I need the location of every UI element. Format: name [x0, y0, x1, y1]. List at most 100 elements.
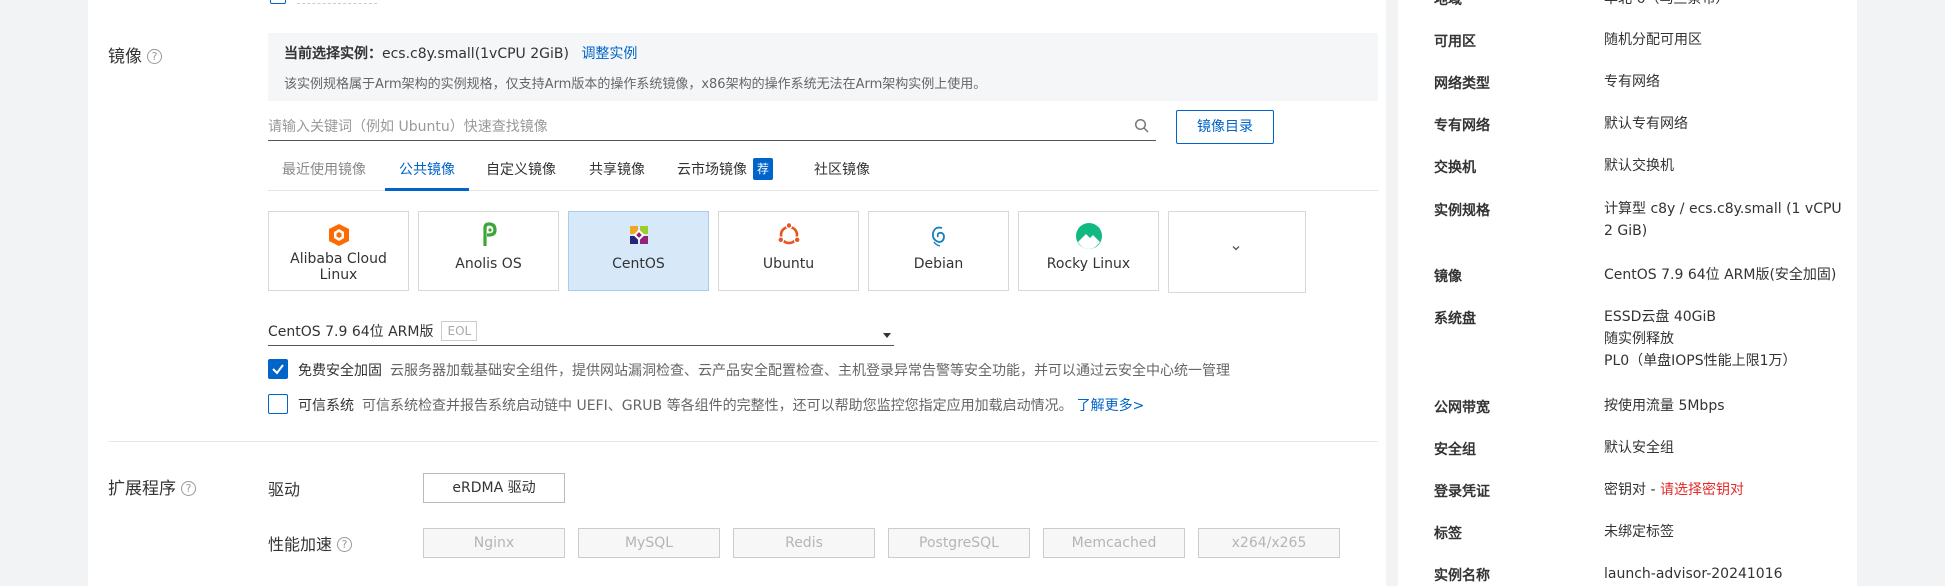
- help-icon[interactable]: ?: [181, 481, 196, 496]
- os-card-label: CentOS: [612, 256, 665, 272]
- summary-value-network-type: 专有网络: [1604, 74, 1660, 90]
- system-disk-line: ESSD云盘 40GiB: [1604, 309, 1717, 325]
- summary-label-bandwidth: 公网带宽: [1434, 400, 1490, 416]
- os-card-label: Anolis OS: [455, 256, 522, 272]
- image-search-input[interactable]: 请输入关键词（例如 Ubuntu）快速查找镜像: [268, 113, 1156, 141]
- extensions-label: 扩展程序: [108, 479, 176, 499]
- image-type-tabs: 最近使用镜像 公共镜像 自定义镜像 共享镜像 云市场镜像荐 社区镜像: [268, 155, 1378, 191]
- chevron-down-icon: [1230, 242, 1242, 258]
- tab-recent-images[interactable]: 最近使用镜像: [282, 155, 366, 191]
- os-card-rocky-linux[interactable]: Rocky Linux: [1018, 211, 1159, 291]
- summary-label-region-partial: 地域: [1434, 0, 1462, 8]
- summary-label-tags: 标签: [1434, 526, 1462, 542]
- instance-info-box: 当前选择实例：ecs.c8y.small(1vCPU 2GiB) 调整实例 该实…: [268, 33, 1378, 101]
- summary-label-instance-type: 实例规格: [1434, 203, 1490, 219]
- security-hardening-label: 免费安全加固: [298, 363, 382, 379]
- summary-label-security-group: 安全组: [1434, 442, 1476, 458]
- help-icon[interactable]: ?: [147, 49, 162, 64]
- os-card-ubuntu[interactable]: Ubuntu: [718, 211, 859, 291]
- summary-label-login-credential: 登录凭证: [1434, 484, 1490, 500]
- summary-value-instance-name: launch-advisor-20241016: [1604, 566, 1783, 582]
- alibaba-cloud-icon: [269, 222, 408, 248]
- search-placeholder: 请输入关键词（例如 Ubuntu）快速查找镜像: [268, 119, 548, 135]
- debian-icon: [869, 222, 1008, 248]
- os-card-label: Alibaba Cloud Linux: [269, 251, 408, 283]
- os-card-anolis-os[interactable]: Anolis OS: [418, 211, 559, 291]
- os-card-centos[interactable]: CentOS: [568, 211, 709, 291]
- cutoff-checkbox[interactable]: [270, 0, 286, 4]
- trusted-system-checkbox[interactable]: [268, 394, 288, 414]
- summary-value-instance-type: 计算型 c8y / ecs.c8y.small (1 vCPU 2 GiB): [1604, 201, 1842, 239]
- summary-value-zone: 随机分配可用区: [1604, 32, 1702, 48]
- perf-redis-button[interactable]: Redis: [733, 528, 875, 558]
- perf-memcached-button[interactable]: Memcached: [1043, 528, 1185, 558]
- learn-more-link[interactable]: 了解更多>: [1077, 398, 1145, 414]
- summary-label-vpc: 专有网络: [1434, 118, 1490, 134]
- image-catalog-button[interactable]: 镜像目录: [1176, 110, 1274, 144]
- summary-value-image: CentOS 7.9 64位 ARM版(安全加固): [1604, 267, 1837, 283]
- summary-label-network-type: 网络类型: [1434, 76, 1490, 92]
- security-hardening-checkbox[interactable]: [268, 359, 288, 379]
- search-icon[interactable]: [1134, 118, 1150, 138]
- eol-badge: EOL: [441, 321, 478, 341]
- os-card-alibaba-cloud-linux[interactable]: Alibaba Cloud Linux: [268, 211, 409, 291]
- os-card-label-line2: Linux: [319, 267, 358, 283]
- ubuntu-icon: [719, 222, 858, 248]
- perf-accel-label: 性能加速: [268, 535, 333, 554]
- trusted-system-label: 可信系统: [298, 398, 354, 414]
- security-hardening-row: 免费安全加固 云服务器加载基础安全组件，提供网站漏洞检查、云产品安全配置检查、主机…: [298, 360, 1230, 380]
- erdma-driver-button[interactable]: eRDMA 驱动: [423, 473, 565, 503]
- rocky-linux-icon: [1019, 222, 1158, 249]
- image-version-select[interactable]: CentOS 7.9 64位 ARM版 EOL: [268, 318, 894, 346]
- tab-community-images[interactable]: 社区镜像: [814, 155, 870, 191]
- tab-shared-images[interactable]: 共享镜像: [589, 155, 645, 191]
- tab-custom-images[interactable]: 自定义镜像: [486, 155, 556, 191]
- summary-label-vswitch: 交换机: [1434, 160, 1476, 176]
- summary-value-login-credential: 密钥对 - 请选择密钥对: [1604, 479, 1854, 501]
- summary-value-tags: 未绑定标签: [1604, 524, 1674, 540]
- perf-postgresql-button[interactable]: PostgreSQL: [888, 528, 1030, 558]
- image-section-label: 镜像: [108, 47, 142, 67]
- summary-value-system-disk: ESSD云盘 40GiB 随实例释放 PL0（单盘IOPS性能上限1万）: [1604, 306, 1854, 372]
- extensions-section-title: 扩展程序?: [108, 474, 196, 499]
- anolis-icon: [419, 222, 558, 248]
- help-icon[interactable]: ?: [337, 537, 353, 552]
- tab-marketplace-label: 云市场镜像: [677, 162, 747, 178]
- adjust-instance-link[interactable]: 调整实例: [581, 46, 637, 62]
- trusted-system-row: 可信系统 可信系统检查并报告系统启动链中 UEFI、GRUB 等各组件的完整性，还…: [298, 395, 1144, 415]
- recommend-badge: 荐: [753, 158, 774, 180]
- summary-value-bandwidth: 按使用流量 5Mbps: [1604, 398, 1725, 414]
- os-card-label-line1: Alibaba Cloud: [290, 251, 387, 267]
- perf-x264-button[interactable]: x264/x265: [1198, 528, 1340, 558]
- trusted-system-desc: 可信系统检查并报告系统启动链中 UEFI、GRUB 等各组件的完整性，还可以帮助…: [362, 398, 1073, 414]
- cutoff-dashed-line: [297, 3, 377, 4]
- os-card-label: Debian: [913, 256, 964, 272]
- security-hardening-desc: 云服务器加载基础安全组件，提供网站漏洞检查、云产品安全配置检查、主机登录异常告警…: [390, 363, 1230, 379]
- check-icon: [272, 364, 284, 375]
- more-os-dropdown[interactable]: [1168, 211, 1306, 293]
- centos-icon: [569, 222, 708, 248]
- section-divider: [108, 441, 1378, 442]
- current-instance-value: ecs.c8y.small(1vCPU 2GiB): [382, 46, 569, 62]
- summary-value-security-group: 默认安全组: [1604, 440, 1674, 456]
- driver-label: 驱动: [268, 480, 301, 499]
- selected-version-line: CentOS 7.9 64位 ARM版 EOL: [268, 321, 478, 341]
- os-card-label: Ubuntu: [762, 256, 815, 272]
- image-section-title: 镜像?: [108, 42, 162, 67]
- tab-marketplace-images[interactable]: 云市场镜像荐: [677, 155, 774, 191]
- current-instance-line: 当前选择实例：ecs.c8y.small(1vCPU 2GiB) 调整实例: [284, 43, 637, 63]
- summary-label-zone: 可用区: [1434, 34, 1476, 50]
- system-disk-line: PL0（单盘IOPS性能上限1万）: [1604, 353, 1797, 369]
- summary-label-system-disk: 系统盘: [1434, 311, 1476, 327]
- current-instance-label: 当前选择实例：: [284, 46, 382, 62]
- system-disk-line: 随实例释放: [1604, 331, 1674, 347]
- summary-value-region-partial: 华北 6（乌兰察布）: [1604, 0, 1854, 10]
- caret-down-icon: [882, 328, 892, 344]
- summary-label-image: 镜像: [1434, 269, 1462, 285]
- os-card-debian[interactable]: Debian: [868, 211, 1009, 291]
- perf-nginx-button[interactable]: Nginx: [423, 528, 565, 558]
- os-card-label: Rocky Linux: [1046, 256, 1131, 272]
- summary-value-vpc: 默认专有网络: [1604, 116, 1688, 132]
- perf-mysql-button[interactable]: MySQL: [578, 528, 720, 558]
- tab-public-images[interactable]: 公共镜像: [385, 155, 469, 191]
